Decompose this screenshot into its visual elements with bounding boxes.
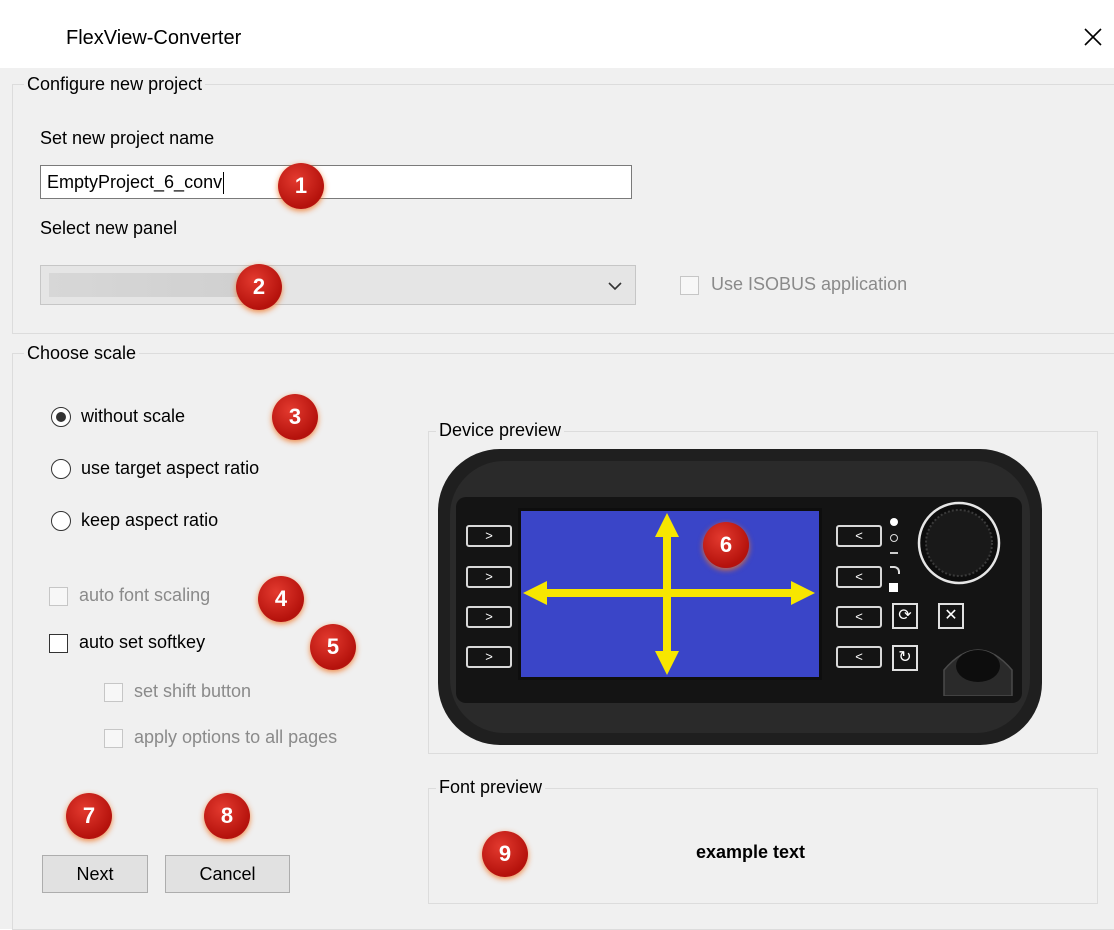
callout-badge-9: 9 bbox=[482, 831, 528, 877]
project-name-value: EmptyProject_6_conv bbox=[47, 172, 223, 192]
rotate-key-icon: ⟳ bbox=[892, 603, 918, 629]
project-name-input[interactable]: EmptyProject_6_conv bbox=[40, 165, 632, 199]
callout-badge-7: 7 bbox=[66, 793, 112, 839]
text-caret bbox=[223, 172, 225, 195]
right-softkey-2: < bbox=[836, 566, 882, 588]
auto-set-softkey-label: auto set softkey bbox=[79, 632, 206, 652]
title-bar: FlexView-Converter bbox=[0, 0, 1114, 68]
font-preview-legend: Font preview bbox=[436, 777, 546, 798]
radio-selected-dot bbox=[56, 412, 66, 422]
isobus-checkbox[interactable] bbox=[680, 276, 699, 295]
status-dash-icon bbox=[890, 552, 898, 554]
auto-font-scaling-checkbox[interactable] bbox=[49, 587, 68, 606]
auto-font-scaling-label: auto font scaling bbox=[79, 585, 211, 605]
right-softkey-4: < bbox=[836, 646, 882, 668]
without-scale-radio[interactable] bbox=[51, 407, 71, 427]
panel-label: Select new panel bbox=[40, 218, 178, 238]
chevron-down-icon bbox=[608, 282, 622, 291]
converter-dialog: FlexView-Converter Configure new project… bbox=[0, 0, 1114, 930]
callout-badge-5: 5 bbox=[310, 624, 356, 670]
apply-options-checkbox[interactable] bbox=[104, 729, 123, 748]
set-shift-button-checkbox[interactable] bbox=[104, 683, 123, 702]
keep-aspect-label: keep aspect ratio bbox=[81, 510, 219, 530]
project-name-label: Set new project name bbox=[40, 128, 215, 148]
callout-badge-4: 4 bbox=[258, 576, 304, 622]
left-softkey-4: > bbox=[466, 646, 512, 668]
four-way-arrow-icon bbox=[523, 513, 815, 675]
window-title: FlexView-Converter bbox=[66, 27, 242, 49]
right-softkey-3: < bbox=[836, 606, 882, 628]
joystick-icon bbox=[943, 649, 1013, 696]
callout-badge-1: 1 bbox=[278, 163, 324, 209]
next-button[interactable]: Next bbox=[42, 855, 148, 893]
callout-badge-8: 8 bbox=[204, 793, 250, 839]
right-softkey-1: < bbox=[836, 525, 882, 547]
rotary-knob-icon bbox=[917, 501, 1001, 585]
status-signal-icon bbox=[890, 566, 900, 574]
cancel-button[interactable]: Cancel bbox=[165, 855, 290, 893]
callout-badge-2: 2 bbox=[236, 264, 282, 310]
target-aspect-label: use target aspect ratio bbox=[81, 458, 260, 478]
close-icon[interactable] bbox=[1078, 22, 1108, 52]
status-dot-icon bbox=[890, 518, 898, 526]
cancel-key-icon: ✕ bbox=[938, 603, 964, 629]
configure-legend: Configure new project bbox=[24, 74, 206, 95]
left-softkey-2: > bbox=[466, 566, 512, 588]
status-ring-icon bbox=[890, 534, 898, 542]
callout-badge-6: 6 bbox=[703, 522, 749, 568]
device-preview-legend: Device preview bbox=[436, 420, 565, 441]
scale-legend: Choose scale bbox=[24, 343, 140, 364]
apply-options-label: apply options to all pages bbox=[134, 727, 338, 747]
callout-badge-3: 3 bbox=[272, 394, 318, 440]
keep-aspect-radio[interactable] bbox=[51, 511, 71, 531]
set-shift-button-label: set shift button bbox=[134, 681, 252, 701]
isobus-label: Use ISOBUS application bbox=[711, 274, 908, 294]
panel-select[interactable] bbox=[40, 265, 636, 305]
left-softkey-1: > bbox=[466, 525, 512, 547]
refresh-key-icon: ↻ bbox=[892, 645, 918, 671]
without-scale-label: without scale bbox=[81, 406, 186, 426]
font-sample-text: example text bbox=[696, 842, 806, 862]
status-square-icon bbox=[889, 583, 898, 592]
target-aspect-radio[interactable] bbox=[51, 459, 71, 479]
left-softkey-3: > bbox=[466, 606, 512, 628]
auto-set-softkey-checkbox[interactable] bbox=[49, 634, 68, 653]
